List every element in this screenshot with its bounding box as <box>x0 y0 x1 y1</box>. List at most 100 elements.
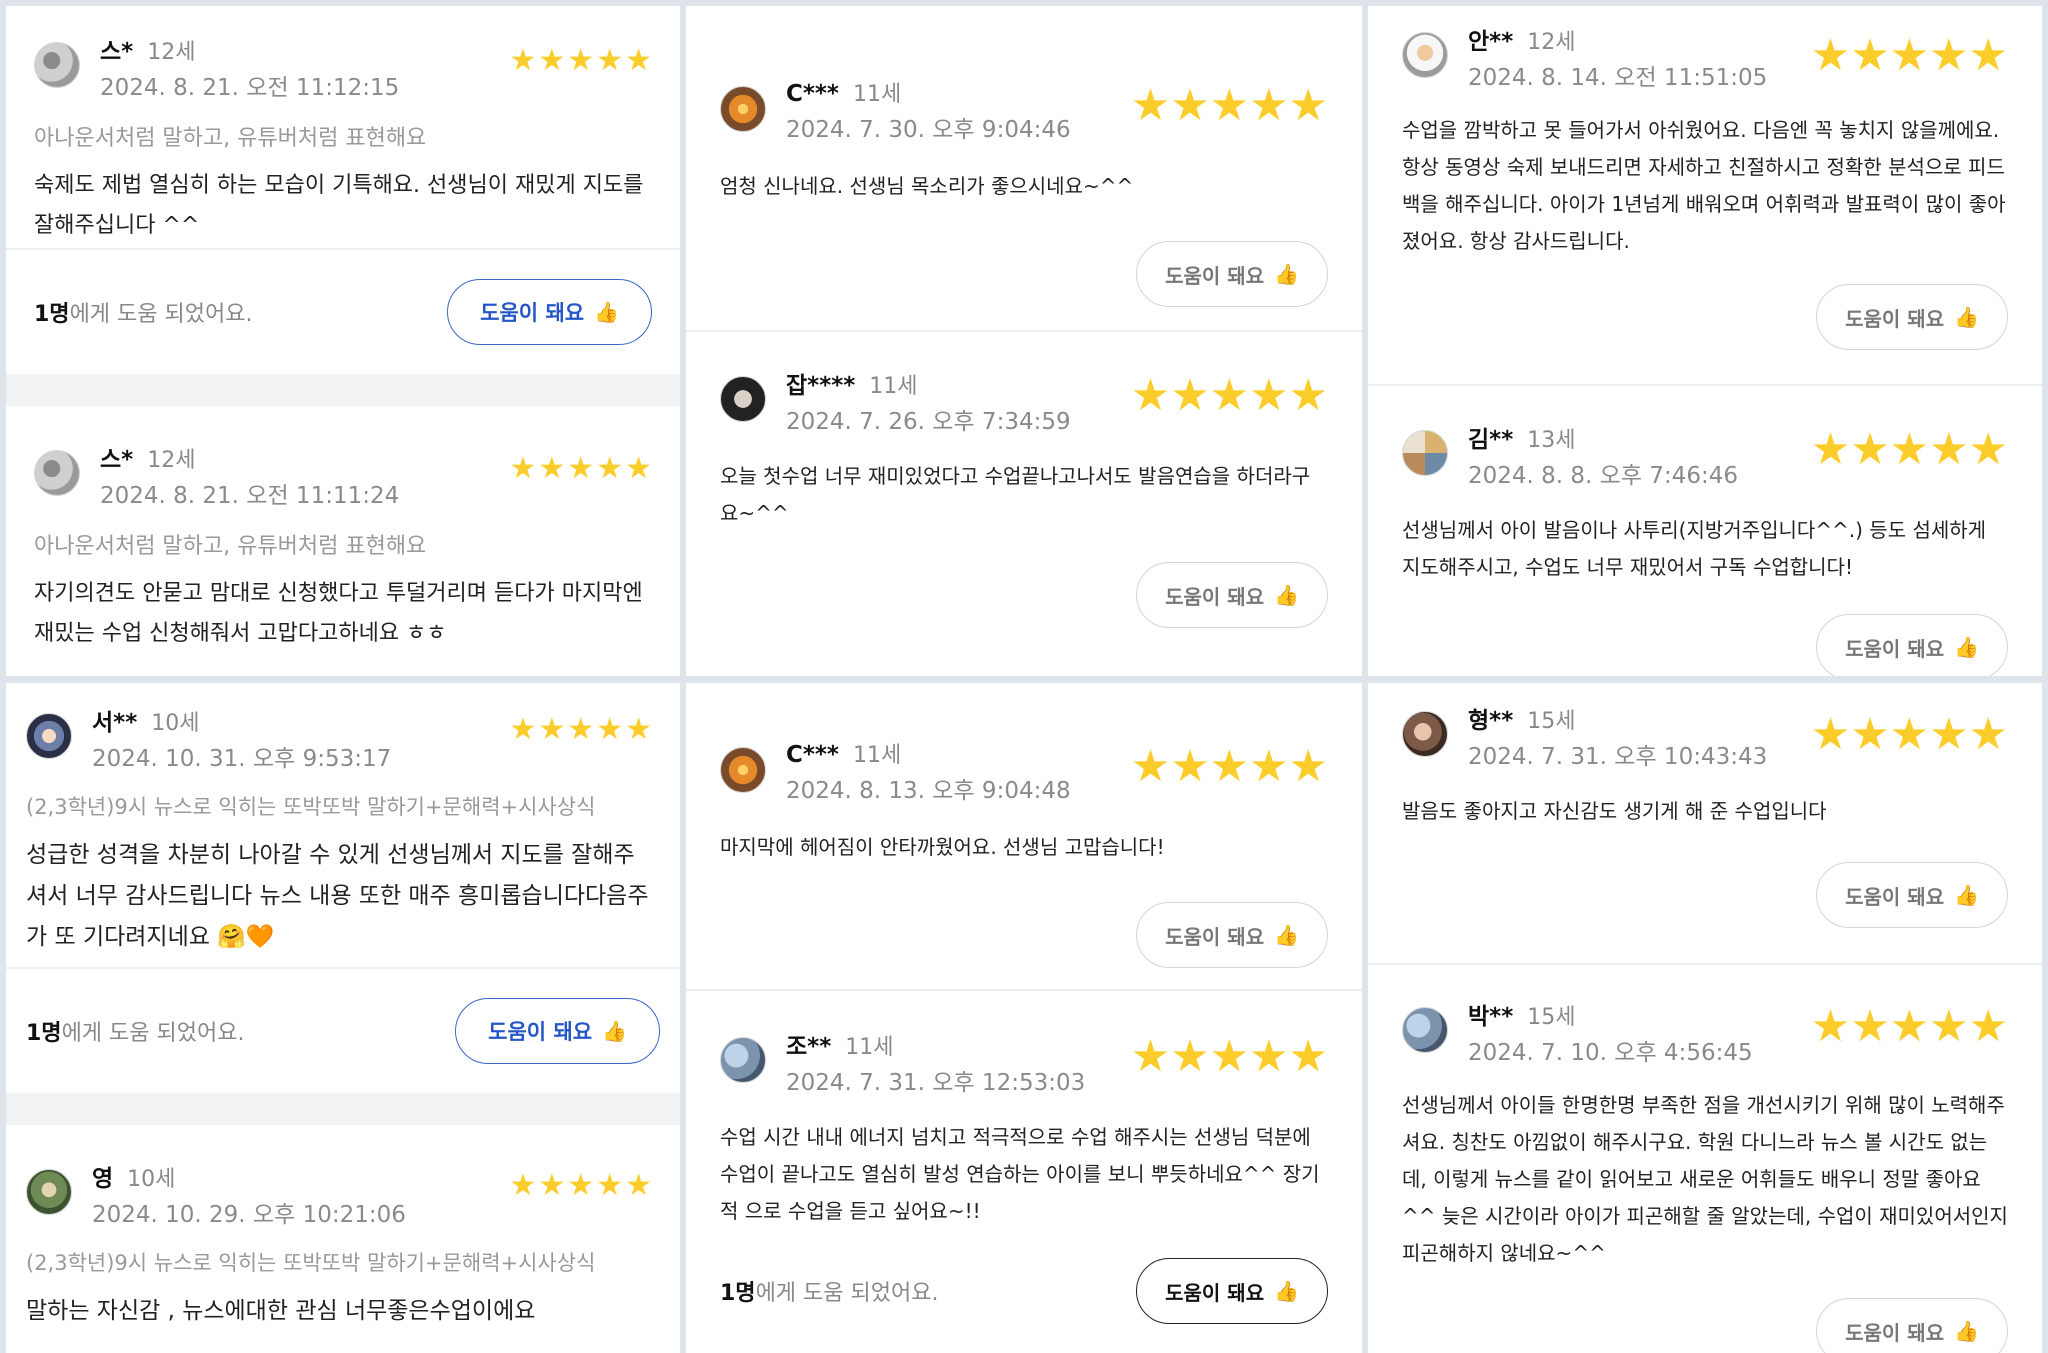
star-icon: ★ <box>1889 709 1930 760</box>
star-icon: ★ <box>1209 1031 1250 1082</box>
review-footer: 1명에게 도움 되었어요. 도움이 돼요 👍 <box>686 1231 1362 1351</box>
star-icon: ★ <box>1249 80 1289 131</box>
star-icon: ★ <box>1209 370 1250 421</box>
reviewer-name: 조** <box>786 1034 832 1060</box>
star-icon: ★ <box>1968 424 2008 475</box>
star-icon: ★ <box>509 451 537 486</box>
helped-count: 1명에게 도움 되었어요. <box>26 1021 245 1046</box>
star-icon: ★ <box>538 1168 566 1203</box>
helpful-button[interactable]: 도움이 돼요 👍 <box>455 998 660 1064</box>
reviewer-name: 잡**** <box>786 373 856 399</box>
star-icon: ★ <box>567 712 595 747</box>
review-text: 선생님께서 아이들 한명한명 부족한 점을 개선시키기 위해 많이 노력해주셔요… <box>1402 1093 2008 1265</box>
review-card: 잡**** 11세 2024. 7. 26. 오후 7:34:59 ★ ★ ★ ★ ★ 오… <box>686 332 1362 628</box>
star-icon: ★ <box>1850 30 1890 81</box>
helpful-button[interactable]: 도움이 돼요 👍 <box>1136 562 1328 628</box>
avatar <box>26 713 72 759</box>
review-card: 안** 12세 2024. 8. 14. 오전 11:51:05 ★ ★ ★ ★ ★ 수업… <box>1368 6 2042 384</box>
course-title: (2,3학년)9시 뉴스로 익히는 또박또박 말하기+문해력+시사상식 <box>26 795 596 819</box>
star-icon: ★ <box>1968 30 2008 81</box>
star-icon: ★ <box>538 43 566 78</box>
star-icon: ★ <box>1130 741 1171 792</box>
reviewer-name: 형** <box>1468 708 1514 734</box>
reviewer-name: C*** <box>786 742 839 768</box>
star-icon: ★ <box>1170 741 1210 792</box>
star-icon: ★ <box>596 451 624 486</box>
star-icon: ★ <box>1288 80 1328 131</box>
review-text: 수업을 깜박하고 못 들어가서 아쉬웠어요. 다음엔 꼭 놓치지 않을께에요. … <box>1402 118 2006 253</box>
reviewer-name: 스* <box>100 447 134 473</box>
helpful-button[interactable]: 도움이 돼요 👍 <box>447 279 652 345</box>
star-rating: ★ ★ ★ ★ ★ <box>1131 1035 1328 1079</box>
section-separator <box>6 1093 680 1125</box>
helpful-button[interactable]: 도움이 돼요 👍 <box>1816 284 2008 350</box>
helpful-button[interactable]: 도움이 돼요 👍 <box>1136 902 1328 968</box>
star-icon: ★ <box>1968 709 2008 760</box>
helpful-button[interactable]: 도움이 돼요 👍 <box>1816 862 2008 928</box>
star-icon: ★ <box>1929 30 1969 81</box>
star-icon: ★ <box>567 451 595 486</box>
helpful-button[interactable]: 도움이 돼요 👍 <box>1816 614 2008 676</box>
avatar <box>720 86 766 132</box>
reviewer-name: 스* <box>100 39 134 65</box>
reviewer-age: 11세 <box>852 743 902 768</box>
star-rating: ★ ★ ★ ★ ★ <box>1131 374 1328 418</box>
review-text: 선생님께서 아이 발음이나 사투리(지방거주입니다^^.) 등도 섬세하게 지도… <box>1402 518 1987 579</box>
star-icon: ★ <box>1810 1001 1851 1052</box>
review-text: 성급한 성격을 차분히 나아갈 수 있게 선생님께서 지도를 잘해주셔서 너무 … <box>26 842 649 950</box>
star-icon: ★ <box>1850 1001 1890 1052</box>
review-panel-bottom-middle: C*** 11세 2024. 8. 13. 오후 9:04:48 ★ ★ ★ ★ ★ 마지… <box>686 683 1362 1353</box>
star-icon: ★ <box>1288 741 1328 792</box>
reviewer-name: 안** <box>1468 29 1514 55</box>
review-card: 박** 15세 2024. 7. 10. 오후 4:56:45 ★ ★ ★ ★ ★ 선생님… <box>1368 965 2042 1353</box>
star-rating: ★ ★ ★ ★ ★ <box>1131 84 1328 128</box>
avatar <box>1402 711 1448 757</box>
star-icon: ★ <box>1889 1001 1930 1052</box>
star-rating: ★ ★ ★ ★ ★ <box>1811 428 2008 472</box>
review-card: 서** 10세 2024. 10. 31. 오후 9:53:17 ★ ★ ★ ★ ★ (2… <box>6 683 680 967</box>
star-icon: ★ <box>625 451 652 486</box>
star-icon: ★ <box>1130 1031 1171 1082</box>
star-icon: ★ <box>1810 709 1851 760</box>
reviewer-name: 영 <box>92 1166 114 1192</box>
star-icon: ★ <box>1889 30 1930 81</box>
star-icon: ★ <box>509 43 537 78</box>
review-text: 자기의견도 안묻고 맘대로 신청했다고 투덜거리며 듣다가 마지막엔 재밌는 수… <box>34 581 643 646</box>
course-title: 아나운서처럼 말하고, 유튜버처럼 표현해요 <box>34 534 427 559</box>
star-icon: ★ <box>625 43 652 78</box>
star-icon: ★ <box>625 712 652 747</box>
reviewer-age: 10세 <box>127 1167 176 1192</box>
star-icon: ★ <box>1810 30 1851 81</box>
review-card: 조** 11세 2024. 7. 31. 오후 12:53:03 ★ ★ ★ ★ ★ 수업… <box>686 991 1362 1231</box>
thumbs-up-icon: 👍 <box>602 1019 627 1043</box>
reviewer-age: 11세 <box>845 1035 894 1060</box>
reviewer-name: 서** <box>92 710 138 736</box>
star-icon: ★ <box>1249 370 1289 421</box>
avatar <box>720 1037 766 1083</box>
reviewer-name: C*** <box>786 81 839 107</box>
review-text: 수업 시간 내내 에너지 넘치고 적극적으로 수업 해주시는 선생님 덕분에 수… <box>720 1125 1320 1223</box>
star-rating: ★ ★ ★ ★ ★ <box>1131 745 1328 789</box>
helpful-button[interactable]: 도움이 돼요 👍 <box>1816 1298 2008 1353</box>
star-icon: ★ <box>1130 80 1171 131</box>
review-card: 형** 15세 2024. 7. 31. 오후 10:43:43 ★ ★ ★ ★ ★ 발음… <box>1368 683 2042 963</box>
avatar <box>1402 32 1448 78</box>
avatar <box>34 42 80 88</box>
star-icon: ★ <box>596 43 624 78</box>
thumbs-up-icon: 👍 <box>1954 635 1979 659</box>
star-rating: ★ ★ ★ ★ ★ <box>1811 1005 2008 1049</box>
review-card: 스* 12세 2024. 8. 21. 오전 11:11:24 ★ ★ ★ ★ ★ 아나운… <box>6 406 680 654</box>
helped-count: 1명에게 도움 되었어요. <box>34 302 253 327</box>
reviewer-age: 10세 <box>151 711 200 736</box>
review-panel-bottom-left: 서** 10세 2024. 10. 31. 오후 9:53:17 ★ ★ ★ ★ ★ (2… <box>6 683 680 1353</box>
thumbs-up-icon: 👍 <box>1954 1319 1979 1343</box>
avatar <box>720 376 766 422</box>
review-card: C*** 11세 2024. 8. 13. 오후 9:04:48 ★ ★ ★ ★ ★ 마지… <box>686 683 1362 989</box>
star-icon: ★ <box>596 1168 624 1203</box>
helpful-button[interactable]: 도움이 돼요 👍 <box>1136 1258 1328 1324</box>
review-card: 스* 12세 2024. 8. 21. 오전 11:12:15 ★ ★ ★ ★ ★ 아나운… <box>6 6 680 248</box>
reviewer-age: 12세 <box>147 448 196 473</box>
reviewer-age: 15세 <box>1527 709 1576 734</box>
review-text: 숙제도 제법 열심히 하는 모습이 기특해요. 선생님이 재밌게 지도를 잘해주… <box>34 173 644 238</box>
helpful-button[interactable]: 도움이 돼요 👍 <box>1136 241 1328 307</box>
